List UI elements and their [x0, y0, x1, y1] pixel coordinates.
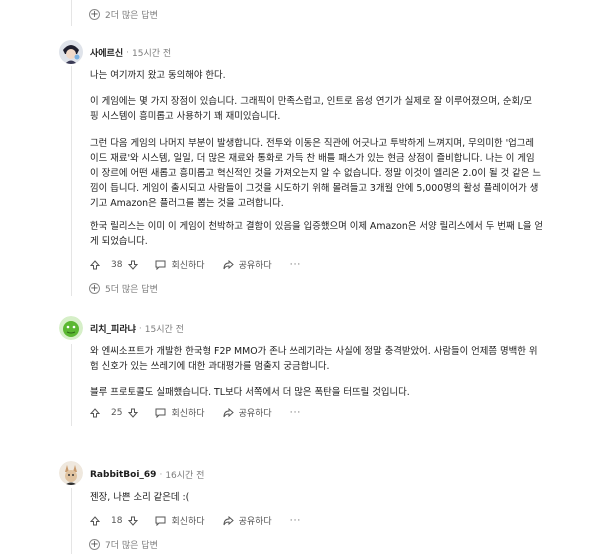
- upvote-arrow-icon[interactable]: [90, 515, 100, 526]
- vote-count: 38: [111, 259, 123, 270]
- thread-line: [71, 344, 72, 426]
- plus-circle-icon: +: [89, 8, 100, 20]
- upvote-arrow-icon[interactable]: [90, 259, 100, 270]
- more-replies-button[interactable]: + 7더 많은 답변: [89, 538, 158, 551]
- share-button[interactable]: 공유하다: [223, 514, 272, 527]
- vote-group: 25: [90, 408, 143, 418]
- more-replies-button[interactable]: + 2더 많은 답변: [89, 8, 158, 21]
- comment-header: 리치_피라냐 · 15시간 전: [90, 322, 184, 336]
- comment-paragraph: 나는 여기까지 왔고 동의해야 한다.: [90, 70, 226, 81]
- more-replies-label: 5더 많은 답변: [105, 285, 158, 295]
- timestamp: 15시간 전: [132, 49, 172, 59]
- avatar[interactable]: [59, 40, 83, 64]
- vote-count: 25: [111, 407, 123, 418]
- comment-bubble-icon: [155, 260, 166, 270]
- downvote-arrow-icon[interactable]: [128, 516, 139, 526]
- comment-bubble-icon: [155, 408, 166, 418]
- author-name[interactable]: RabbitBoi_69: [90, 470, 156, 480]
- comment-paragraph: 블루 프로토콜도 실패했습니다. TL보다 서쪽에서 더 많은 폭탄을 터뜨릴 …: [90, 387, 410, 398]
- comment-header: RabbitBoi_69 · 16시간 전: [90, 469, 205, 482]
- more-replies-label: 7더 많은 답변: [105, 541, 158, 551]
- vote-group: 38: [90, 260, 143, 270]
- reply-button[interactable]: 회신하다: [155, 514, 205, 527]
- comment-paragraph: 한국 릴리스는 이미 이 게임이 천박하고 결함이 있음을 입증했으며 이제 A…: [90, 221, 544, 247]
- plus-circle-icon: +: [89, 282, 100, 294]
- author-name[interactable]: 리치_피라냐: [90, 322, 136, 335]
- comment-paragraph: 그런 다음 게임의 나머지 부분이 발생합니다. 전투와 이동은 직관에 어긋나…: [90, 138, 542, 209]
- comment-header: 사에르신 · 15시간 전: [90, 46, 172, 60]
- comment-paragraph: 와 엔씨소프트가 개발한 한국형 F2P MMO가 존나 쓰레기라는 사실에 정…: [90, 346, 538, 372]
- comment-paragraph: 젠장, 나쁜 소리 같은데 :(: [90, 492, 190, 503]
- avatar[interactable]: [59, 316, 83, 340]
- share-arrow-icon: [223, 407, 234, 417]
- more-options-button[interactable]: ···: [290, 260, 302, 270]
- upvote-arrow-icon[interactable]: [90, 407, 100, 418]
- timestamp: 15시간 전: [144, 325, 184, 335]
- more-replies-label: 2더 많은 답변: [105, 11, 158, 21]
- share-button[interactable]: 공유하다: [223, 406, 272, 419]
- share-button[interactable]: 공유하다: [223, 258, 272, 271]
- plus-circle-icon: +: [89, 538, 100, 550]
- comment-actions: 18 회신하다 공유하다 ···: [90, 514, 319, 527]
- share-arrow-icon: [223, 515, 234, 525]
- thread-line: [71, 0, 72, 26]
- reply-button[interactable]: 회신하다: [155, 406, 205, 419]
- avatar[interactable]: [59, 461, 83, 485]
- vote-count: 18: [111, 515, 123, 526]
- comment-bubble-icon: [155, 516, 166, 526]
- more-options-button[interactable]: ···: [290, 516, 302, 526]
- comment-actions: 25 회신하다 공유하다 ···: [90, 406, 319, 419]
- more-options-button[interactable]: ···: [290, 408, 302, 418]
- vote-group: 18: [90, 516, 143, 526]
- comment-actions: 38 회신하다 공유하다 ···: [90, 258, 319, 271]
- author-name[interactable]: 사에르신: [90, 46, 123, 59]
- thread-line: [71, 66, 72, 296]
- downvote-arrow-icon[interactable]: [128, 408, 139, 418]
- thread-line: [71, 488, 72, 554]
- more-replies-button[interactable]: + 5더 많은 답변: [89, 282, 158, 295]
- comment-paragraph: 이 게임에는 몇 가지 장점이 있습니다. 그래픽이 만족스럽고, 인트로 음성…: [90, 96, 532, 122]
- reply-button[interactable]: 회신하다: [155, 258, 205, 271]
- share-arrow-icon: [223, 259, 234, 269]
- timestamp: 16시간 전: [165, 471, 205, 481]
- downvote-arrow-icon[interactable]: [128, 260, 139, 270]
